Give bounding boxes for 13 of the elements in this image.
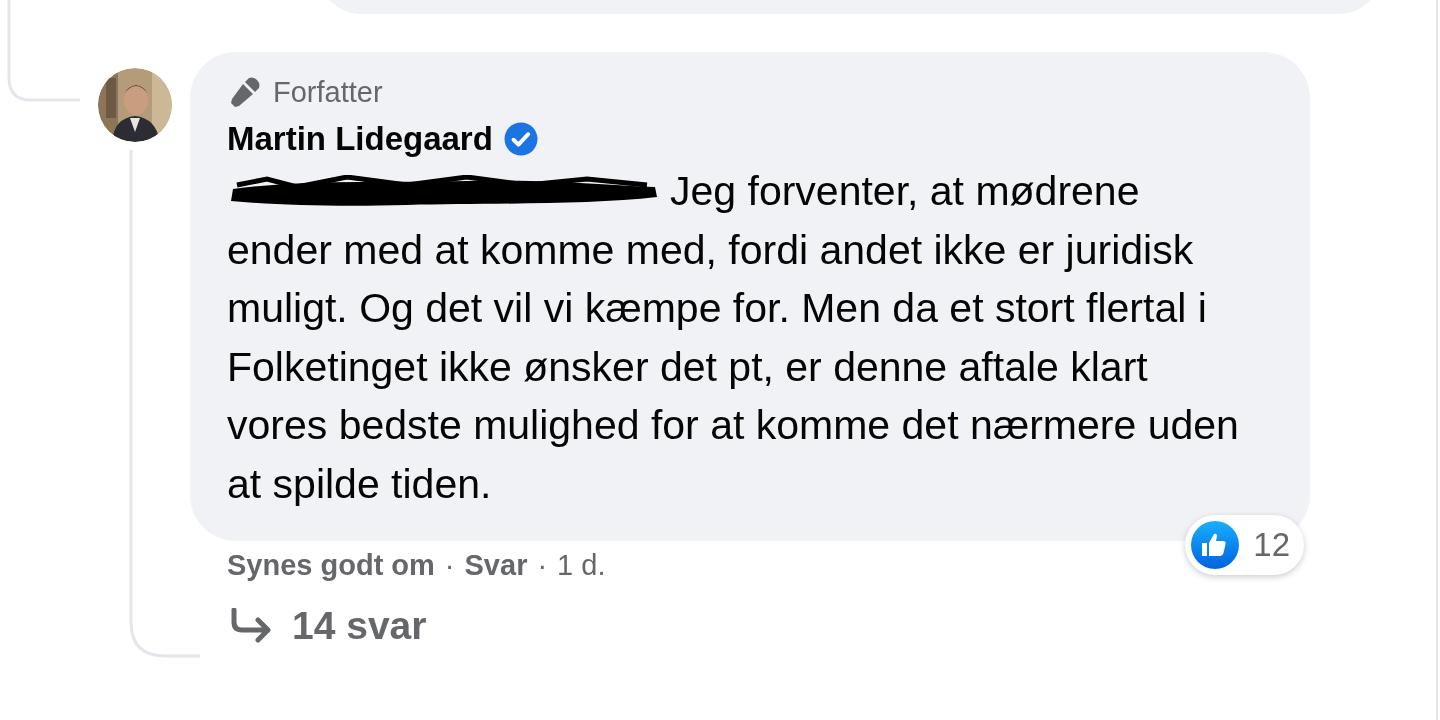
replies-link[interactable]: 14 svar xyxy=(292,604,427,648)
author-name[interactable]: Martin Lidegaard xyxy=(227,120,493,158)
reply-arrow-icon xyxy=(230,608,274,644)
author-label: Forfatter xyxy=(273,75,383,109)
like-icon xyxy=(1191,521,1240,569)
reaction-badge[interactable]: 12 xyxy=(1185,515,1304,575)
comment-text: Jeg forventer, at mødrene ender med at komme med, fordi andet ikke er juridisk muligt. Og det vil vi kæmpe for. Men da et stort flertal i Folketinget ikke ønsker det pt, er denne aftale klart vores bedste mulighed for at komme det nærmere uden at spilde tiden. xyxy=(227,168,1239,507)
separator-dot: · xyxy=(537,549,548,582)
action-link[interactable]: Synes godt om xyxy=(227,549,435,582)
reaction-count: 12 xyxy=(1253,526,1290,564)
separator-dot: · xyxy=(444,549,455,582)
comment-time[interactable]: 1 d. xyxy=(557,549,606,582)
action-link[interactable]: Svar xyxy=(464,549,528,582)
